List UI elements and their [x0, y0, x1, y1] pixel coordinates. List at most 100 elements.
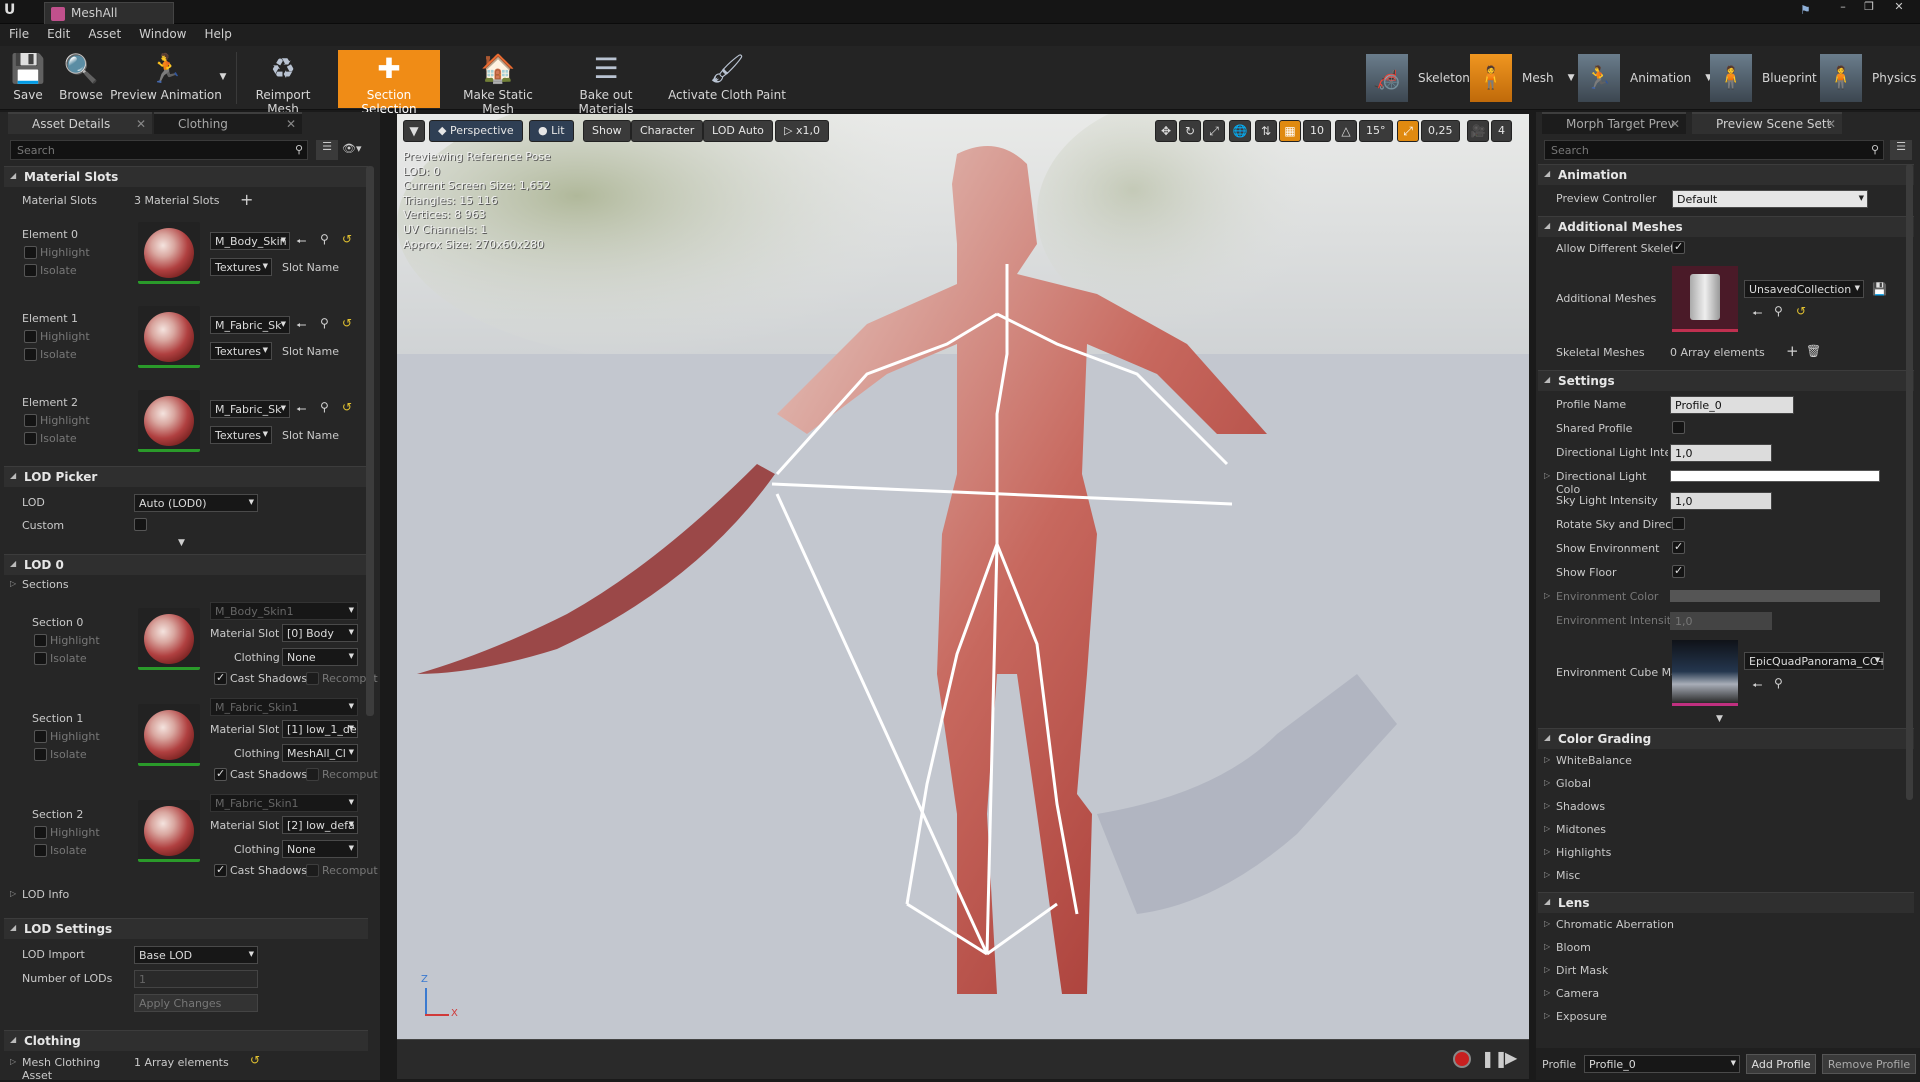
dir-light-intensity-field[interactable]: 1,0 [1670, 444, 1772, 462]
section-2-material-combo[interactable]: M_Fabric_Skin1 [210, 794, 358, 812]
section-2-clothing-combo[interactable]: None [282, 840, 358, 858]
section-0-recompute-checkbox[interactable] [306, 672, 319, 685]
dir-light-color-swatch[interactable] [1670, 470, 1880, 482]
material-thumbnail[interactable] [138, 306, 200, 368]
dirt-mask-expander[interactable]: Dirt Mask [1544, 964, 1608, 977]
delete-elements-icon[interactable]: 🗑 [1806, 344, 1821, 358]
allow-different-skeletons-checkbox[interactable] [1672, 240, 1685, 254]
translate-icon[interactable]: ✥ [1155, 120, 1177, 142]
rotate-sky-checkbox[interactable] [1672, 517, 1685, 530]
section-2-slot-combo[interactable]: [2] low_defa [282, 816, 358, 834]
collection-thumbnail[interactable] [1672, 266, 1738, 332]
scale-snap-value[interactable]: 0,25 [1421, 120, 1460, 142]
section-2-highlight-checkbox[interactable] [34, 826, 47, 839]
view-options-icon[interactable]: ☰ [316, 140, 338, 160]
midtones-expander[interactable]: Midtones [1544, 823, 1606, 836]
section-2-recompute-checkbox[interactable] [306, 864, 319, 877]
shared-profile-checkbox[interactable] [1672, 421, 1685, 434]
global-expander[interactable]: Global [1544, 777, 1591, 790]
chromatic-aberration-expander[interactable]: Chromatic Aberration [1544, 918, 1674, 931]
lit-button[interactable]: ● Lit [529, 120, 574, 142]
section-1-material-combo[interactable]: M_Fabric_Skin1 [210, 698, 358, 716]
browse-asset-icon[interactable]: ⚲ [1774, 304, 1783, 318]
use-selected-arrow-icon[interactable]: 🠔 [296, 316, 307, 337]
element-1-textures-combo[interactable]: Textures [210, 342, 272, 360]
mode-animation-button[interactable]: 🏃 Animation ▼ [1578, 50, 1712, 106]
scene-settings-scrollbar[interactable] [1906, 164, 1913, 800]
element-0-highlight-checkbox[interactable] [24, 246, 37, 259]
scale-snap-icon[interactable]: ⤢ [1397, 120, 1419, 142]
section-0-material-combo[interactable]: M_Body_Skin1 [210, 602, 358, 620]
element-1-material-combo[interactable]: M_Fabric_Sk [210, 316, 290, 334]
lod0-header[interactable]: LOD 0 [4, 554, 368, 575]
add-element-icon[interactable]: + [1786, 342, 1799, 360]
expand-advanced-icon[interactable]: ▼ [178, 538, 185, 548]
activate-cloth-paint-button[interactable]: 🖌 Activate Cloth Paint [668, 50, 786, 108]
tab-preview-scene-settings[interactable]: Preview Scene Sett ✕ [1692, 112, 1842, 134]
lod-picker-combo[interactable]: Auto (LOD0) [134, 494, 258, 512]
reset-arrow-icon[interactable]: ↺ [250, 1053, 260, 1067]
character-button[interactable]: Character [631, 120, 704, 142]
menu-help[interactable]: Help [195, 24, 240, 41]
notification-icon[interactable]: ⚑ [1800, 3, 1811, 17]
environment-color-expander[interactable]: Environment Color [1544, 590, 1658, 603]
section-2-isolate-checkbox[interactable] [34, 844, 47, 857]
tab-morph-target-preview[interactable]: Morph Target Prev ✕ [1542, 112, 1686, 134]
viewport[interactable]: ▼ ◆ Perspective ● Lit Show Character LOD… [397, 114, 1529, 1079]
element-0-textures-combo[interactable]: Textures [210, 258, 272, 276]
angle-snap-value[interactable]: 15° [1359, 120, 1393, 142]
camera-speed-value[interactable]: 4 [1491, 120, 1512, 142]
lod-import-combo[interactable]: Base LOD [134, 946, 258, 964]
show-button[interactable]: Show [583, 120, 631, 142]
environment-cube-map-combo[interactable]: EpicQuadPanorama_CC+E [1744, 652, 1884, 670]
tab-clothing[interactable]: Clothing ✕ [154, 112, 302, 134]
mesh-clothing-asset-label[interactable]: Mesh Clothing Asset [10, 1056, 128, 1082]
surface-snap-icon[interactable]: ⇅ [1255, 120, 1277, 142]
material-slots-header[interactable]: Material Slots [4, 166, 368, 187]
minimize-icon[interactable]: – [1830, 0, 1856, 18]
play-icon[interactable]: ▶ [1505, 1048, 1517, 1067]
section-1-highlight-checkbox[interactable] [34, 730, 47, 743]
section-selection-button[interactable]: ✚ Section Selection [338, 50, 440, 116]
environment-color-swatch[interactable] [1670, 590, 1880, 602]
preview-animation-button[interactable]: 🏃 Preview Animation [110, 50, 222, 108]
lens-header[interactable]: Lens [1538, 892, 1914, 913]
element-1-highlight-checkbox[interactable] [24, 330, 37, 343]
document-tab[interactable]: MeshAll [44, 2, 174, 24]
viewport-options-icon[interactable]: ▼ [403, 120, 425, 142]
timeline-bar[interactable]: ❚❚ ▶ [397, 1039, 1529, 1079]
bake-out-materials-button[interactable]: ☰ Bake out Materials [554, 50, 658, 116]
grid-snap-value[interactable]: 10 [1303, 120, 1331, 142]
section-1-slot-combo[interactable]: [1] low_1_de [282, 720, 358, 738]
lod-settings-header[interactable]: LOD Settings [4, 918, 368, 939]
clothing-header[interactable]: Clothing [4, 1030, 368, 1051]
remove-profile-button[interactable]: Remove Profile [1822, 1054, 1916, 1074]
world-local-icon[interactable]: 🌐 [1229, 120, 1251, 142]
use-selected-arrow-icon[interactable]: 🠔 [1752, 304, 1763, 325]
material-thumbnail[interactable] [138, 704, 200, 766]
close-tab-icon[interactable]: ✕ [286, 117, 296, 131]
show-floor-checkbox[interactable] [1672, 564, 1685, 578]
add-profile-button[interactable]: Add Profile [1746, 1054, 1816, 1074]
mode-skeleton-button[interactable]: 🦽 Skeleton [1366, 50, 1470, 106]
element-1-isolate-checkbox[interactable] [24, 348, 37, 361]
menu-asset[interactable]: Asset [79, 24, 130, 41]
exposure-expander[interactable]: Exposure [1544, 1010, 1607, 1023]
use-selected-arrow-icon[interactable]: 🠔 [1752, 676, 1763, 697]
grid-snap-icon[interactable]: ▦ [1279, 120, 1301, 142]
expand-advanced-icon[interactable]: ▼ [1716, 714, 1723, 724]
show-environment-checkbox[interactable] [1672, 540, 1685, 554]
section-2-cast-shadows-checkbox[interactable] [214, 863, 227, 877]
sections-label[interactable]: Sections [10, 578, 69, 591]
environment-intensity-field[interactable]: 1,0 [1670, 612, 1772, 630]
browse-asset-icon[interactable]: ⚲ [1774, 676, 1783, 690]
close-tab-icon[interactable]: ✕ [1670, 117, 1680, 131]
browse-asset-icon[interactable]: ⚲ [320, 400, 329, 414]
use-selected-arrow-icon[interactable]: 🠔 [296, 400, 307, 421]
reset-arrow-icon[interactable]: ↺ [342, 232, 352, 246]
whitebalance-expander[interactable]: WhiteBalance [1544, 754, 1632, 767]
additional-meshes-header[interactable]: Additional Meshes [1538, 216, 1914, 237]
lod-auto-button[interactable]: LOD Auto [703, 120, 773, 142]
section-0-clothing-combo[interactable]: None [282, 648, 358, 666]
section-0-isolate-checkbox[interactable] [34, 652, 47, 665]
